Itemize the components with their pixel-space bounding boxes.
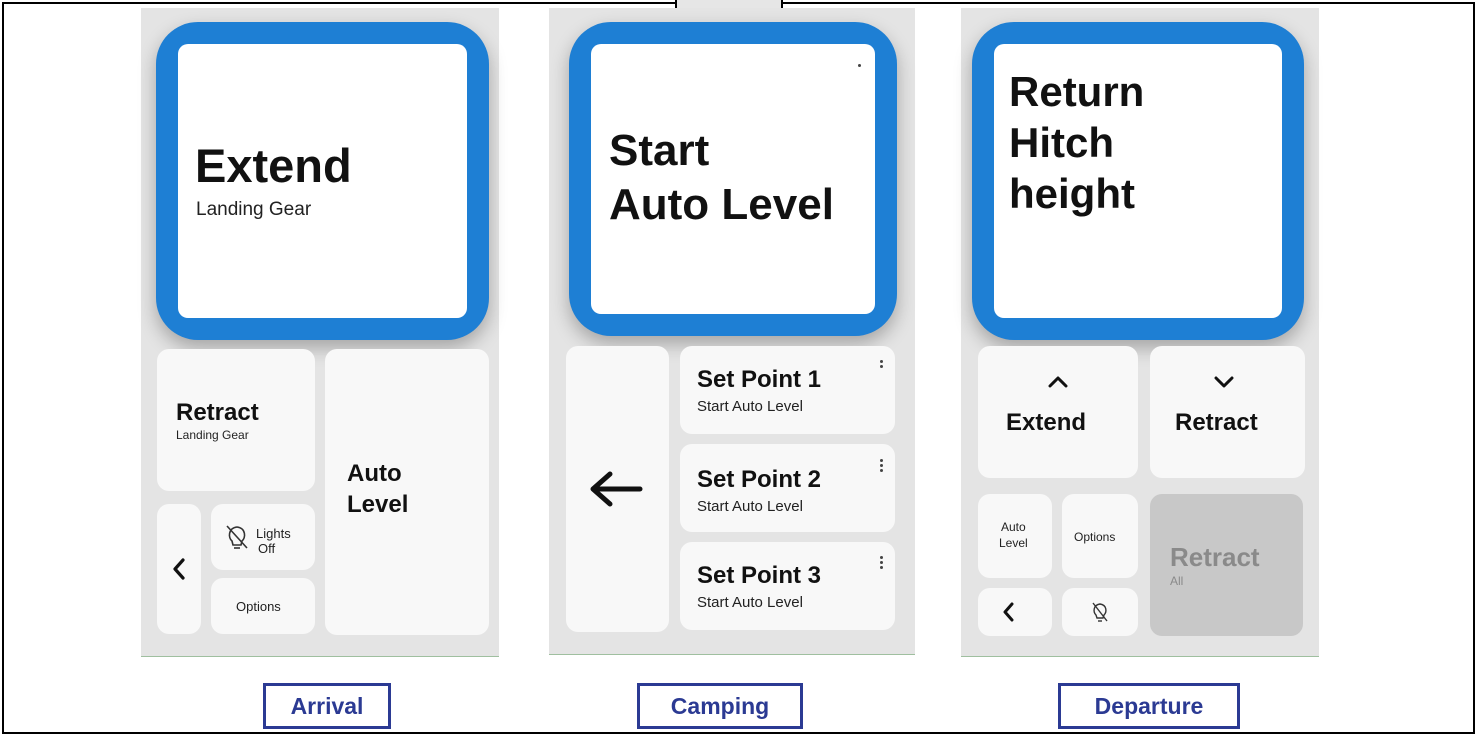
retract-all-button[interactable]: Retract All xyxy=(1150,494,1303,636)
hero-title-line1: Start xyxy=(609,126,710,175)
set-point-2-label: Set Point 2 xyxy=(697,466,822,493)
back-button[interactable] xyxy=(566,346,669,632)
set-point-1-label: Set Point 1 xyxy=(697,366,822,393)
camping-panel: Start Auto Level Set Point 1 Start Auto … xyxy=(549,8,915,655)
auto-level-button[interactable]: Auto Level xyxy=(978,494,1052,578)
set-point-1-sublabel: Start Auto Level xyxy=(697,398,803,415)
auto-level-button[interactable]: Auto Level xyxy=(325,349,489,635)
hero-subtitle: Landing Gear xyxy=(196,199,312,220)
hero-card: Start Auto Level xyxy=(591,44,875,314)
kebab-menu-icon[interactable] xyxy=(880,459,883,474)
auto-level-label-line2: Level xyxy=(999,536,1028,550)
auto-level-label-line2: Level xyxy=(347,491,409,518)
set-point-3-button[interactable]: Set Point 3 Start Auto Level xyxy=(680,542,895,630)
caption-camping: Camping xyxy=(637,683,803,729)
hero-title-line3: height xyxy=(1009,170,1135,217)
lightbulb-off-icon xyxy=(1092,602,1108,622)
arrow-left-icon xyxy=(590,471,643,507)
hero-card: Return Hitch height xyxy=(994,44,1282,318)
extend-label: Extend xyxy=(1006,409,1087,436)
caption-departure: Departure xyxy=(1058,683,1240,729)
extend-landing-gear-button[interactable]: Extend Landing Gear xyxy=(156,22,489,340)
set-point-1-button[interactable]: Set Point 1 Start Auto Level xyxy=(680,346,895,434)
retract-all-label: Retract xyxy=(1170,542,1260,572)
chevron-down-icon xyxy=(1214,376,1234,388)
retract-sublabel: Landing Gear xyxy=(176,428,249,442)
kebab-menu-icon[interactable] xyxy=(880,360,883,370)
retract-button[interactable]: Retract xyxy=(1150,346,1305,478)
lights-label-line2: Off xyxy=(258,541,276,556)
extend-button[interactable]: Extend xyxy=(978,346,1138,478)
options-button[interactable]: Options xyxy=(211,578,315,634)
arrival-panel: Extend Landing Gear Retract Landing Gear… xyxy=(141,8,499,657)
set-point-2-sublabel: Start Auto Level xyxy=(697,498,803,515)
options-button[interactable]: Options xyxy=(1062,494,1138,578)
caption-arrival: Arrival xyxy=(263,683,391,729)
start-auto-level-button[interactable]: Start Auto Level xyxy=(569,22,897,336)
chevron-left-icon xyxy=(1003,602,1014,622)
chevron-left-icon xyxy=(173,558,185,580)
back-button[interactable] xyxy=(157,504,201,634)
options-label: Options xyxy=(236,599,281,614)
kebab-menu-icon[interactable] xyxy=(880,556,883,571)
back-button[interactable] xyxy=(978,588,1052,636)
retract-all-sublabel: All xyxy=(1170,574,1184,588)
kebab-menu-icon xyxy=(858,64,861,69)
lightbulb-off-icon xyxy=(226,525,248,549)
lights-off-button[interactable]: Lights Off xyxy=(211,504,315,570)
auto-level-label-line1: Auto xyxy=(1001,520,1026,534)
set-point-3-label: Set Point 3 xyxy=(697,562,822,589)
retract-landing-gear-button[interactable]: Retract Landing Gear xyxy=(157,349,315,491)
hero-title: Extend xyxy=(195,139,352,192)
lights-button[interactable] xyxy=(1062,588,1138,636)
auto-level-label-line1: Auto xyxy=(347,460,402,487)
hero-title-line2: Auto Level xyxy=(609,180,834,229)
options-label: Options xyxy=(1074,530,1116,544)
set-point-2-button[interactable]: Set Point 2 Start Auto Level xyxy=(680,444,895,532)
departure-panel: Return Hitch height Extend Retract Auto … xyxy=(961,8,1319,657)
hero-title-line2: Hitch xyxy=(1009,119,1114,166)
lights-label-line1: Lights xyxy=(256,526,291,541)
chevron-up-icon xyxy=(1048,376,1068,388)
hero-card: Extend Landing Gear xyxy=(178,44,467,318)
hero-title-line1: Return xyxy=(1009,68,1145,115)
return-hitch-height-button[interactable]: Return Hitch height xyxy=(972,22,1304,340)
retract-label: Retract xyxy=(176,399,259,426)
set-point-3-sublabel: Start Auto Level xyxy=(697,594,803,611)
retract-label: Retract xyxy=(1175,409,1258,436)
